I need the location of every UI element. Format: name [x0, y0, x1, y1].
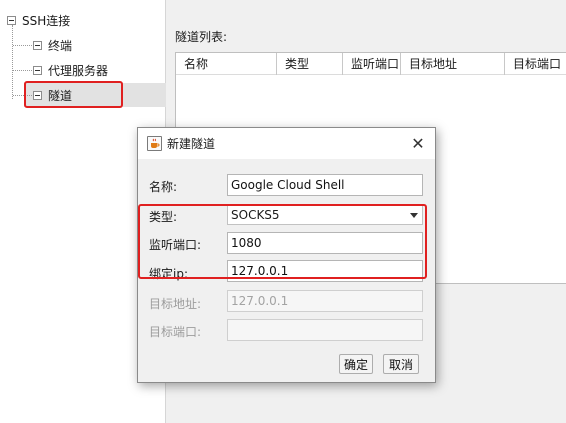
tree-item-label: 代理服务器	[48, 63, 109, 78]
target-port-label: 目标端口:	[149, 325, 202, 339]
name-field[interactable]	[227, 174, 423, 196]
annotation-highlight-box	[138, 204, 427, 279]
table-header: 名称 类型 监听端口 目标地址 目标端口	[176, 53, 566, 75]
collapse-icon[interactable]	[33, 40, 42, 50]
column-header-target-port[interactable]: 目标端口	[505, 53, 566, 75]
target-address-field	[227, 290, 423, 312]
close-icon[interactable]: ✕	[409, 134, 427, 153]
collapse-icon[interactable]	[33, 65, 42, 75]
column-header-listen-port[interactable]: 监听端口	[343, 53, 401, 75]
tree-item-terminal[interactable]: 终端	[33, 34, 72, 56]
dialog-title: 新建隧道	[167, 137, 216, 151]
cancel-button[interactable]: 取消	[383, 354, 419, 374]
tree-guide-line	[13, 45, 32, 46]
java-coffee-icon	[147, 136, 162, 151]
target-port-field	[227, 319, 423, 341]
tree-item-label: 终端	[48, 38, 73, 53]
tree-guide-line	[13, 70, 32, 71]
collapse-icon[interactable]	[7, 15, 16, 25]
column-header-name[interactable]: 名称	[176, 53, 277, 75]
target-address-label: 目标地址:	[149, 297, 202, 311]
ok-button[interactable]: 确定	[339, 354, 373, 374]
dialog-titlebar[interactable]: 新建隧道 ✕	[138, 128, 435, 159]
name-label: 名称:	[149, 180, 178, 194]
new-tunnel-dialog: 新建隧道 ✕ 名称: 类型: SOCKS5 监听端口: 绑定ip: 目标地址: …	[137, 127, 436, 383]
column-header-target-address[interactable]: 目标地址	[401, 53, 505, 75]
tree-guide-line	[12, 25, 13, 99]
tunnel-list-title: 隧道列表:	[175, 30, 228, 44]
tree-item-label: SSH连接	[22, 13, 71, 28]
tree-item-proxy-server[interactable]: 代理服务器	[33, 59, 108, 81]
tree-item-ssh-connection[interactable]: SSH连接	[7, 9, 70, 31]
annotation-highlight-box	[24, 81, 123, 108]
column-header-type[interactable]: 类型	[277, 53, 343, 75]
